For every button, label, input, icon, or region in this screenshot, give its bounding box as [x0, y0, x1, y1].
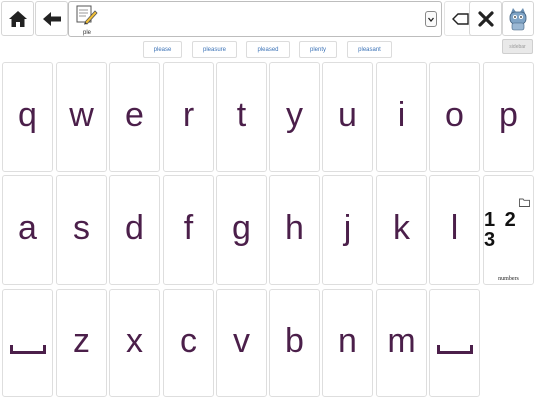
key-label: j	[343, 209, 352, 247]
space-icon	[436, 344, 473, 354]
backspace-icon	[451, 12, 469, 25]
key-k[interactable]: k	[376, 175, 427, 285]
key-t[interactable]: t	[216, 62, 267, 172]
key-m[interactable]: m	[376, 289, 427, 397]
key-j[interactable]: j	[322, 175, 373, 285]
key-v[interactable]: v	[216, 289, 267, 397]
key-a[interactable]: a	[2, 175, 53, 285]
key-label: l	[450, 209, 459, 247]
key-label: g	[232, 209, 251, 247]
key-label: e	[125, 96, 144, 134]
key-space-right[interactable]	[429, 289, 480, 397]
key-label: w	[69, 96, 94, 134]
key-label: y	[286, 96, 303, 134]
back-button[interactable]	[35, 1, 68, 36]
numbers-glyph: 1 2 3	[484, 209, 518, 251]
home-button[interactable]	[1, 1, 34, 36]
key-r[interactable]: r	[163, 62, 214, 172]
suggestion-please[interactable]: please	[143, 41, 182, 58]
suggestion-pleased[interactable]: pleased	[246, 41, 290, 58]
key-label: u	[338, 96, 357, 134]
sentence-word[interactable]: ple	[73, 5, 101, 36]
sidebar-button[interactable]: sidebar	[502, 39, 533, 54]
key-h[interactable]: h	[269, 175, 320, 285]
key-label: n	[338, 322, 357, 360]
clear-button[interactable]	[469, 1, 502, 36]
sentence-box[interactable]: ple	[68, 1, 442, 37]
key-label: r	[182, 96, 195, 134]
key-g[interactable]: g	[216, 175, 267, 285]
key-label: p	[499, 96, 518, 134]
app-avatar-icon	[509, 7, 527, 30]
close-icon	[477, 10, 494, 27]
suggestion-plenty[interactable]: plenty	[299, 41, 337, 58]
key-i[interactable]: i	[376, 62, 427, 172]
key-q[interactable]: q	[2, 62, 53, 172]
key-label: t	[236, 96, 247, 134]
sentence-dropdown[interactable]	[425, 11, 437, 27]
key-s[interactable]: s	[56, 175, 107, 285]
key-label: k	[393, 209, 410, 247]
key-z[interactable]: z	[56, 289, 107, 397]
key-c[interactable]: c	[163, 289, 214, 397]
key-label: c	[180, 322, 197, 360]
key-space-left[interactable]	[2, 289, 53, 397]
sentence-word-label: ple	[82, 30, 91, 36]
arrow-left-icon	[42, 11, 61, 26]
key-label: z	[73, 322, 90, 360]
key-label: b	[285, 322, 304, 360]
key-f[interactable]: f	[163, 175, 214, 285]
pencil-paper-icon	[76, 5, 98, 25]
suggestion-pleasant[interactable]: pleasant	[347, 41, 392, 58]
home-icon	[8, 10, 27, 27]
key-label: q	[18, 96, 37, 134]
key-y[interactable]: y	[269, 62, 320, 172]
key-label: a	[18, 209, 37, 247]
key-label: h	[285, 209, 304, 247]
key-d[interactable]: d	[109, 175, 160, 285]
suggestion-pleasure[interactable]: pleasure	[192, 41, 237, 58]
key-b[interactable]: b	[269, 289, 320, 397]
speak-button[interactable]	[502, 1, 534, 36]
key-n[interactable]: n	[322, 289, 373, 397]
key-e[interactable]: e	[109, 62, 160, 172]
numbers-tile[interactable]: 1 2 3 numbers	[483, 175, 534, 285]
space-icon	[9, 344, 46, 354]
key-u[interactable]: u	[322, 62, 373, 172]
key-label: f	[183, 209, 194, 247]
key-l[interactable]: l	[429, 175, 480, 285]
key-label: d	[125, 209, 144, 247]
key-x[interactable]: x	[109, 289, 160, 397]
key-label: i	[397, 96, 406, 134]
key-label: o	[445, 96, 464, 134]
key-label: s	[73, 209, 90, 247]
key-label: m	[387, 322, 416, 360]
key-p[interactable]: p	[483, 62, 534, 172]
key-w[interactable]: w	[56, 62, 107, 172]
key-label: v	[233, 322, 250, 360]
folder-icon	[519, 179, 530, 213]
key-o[interactable]: o	[429, 62, 480, 172]
key-label: x	[126, 322, 143, 360]
chevron-down-icon	[428, 17, 434, 22]
numbers-caption: numbers	[498, 276, 519, 282]
